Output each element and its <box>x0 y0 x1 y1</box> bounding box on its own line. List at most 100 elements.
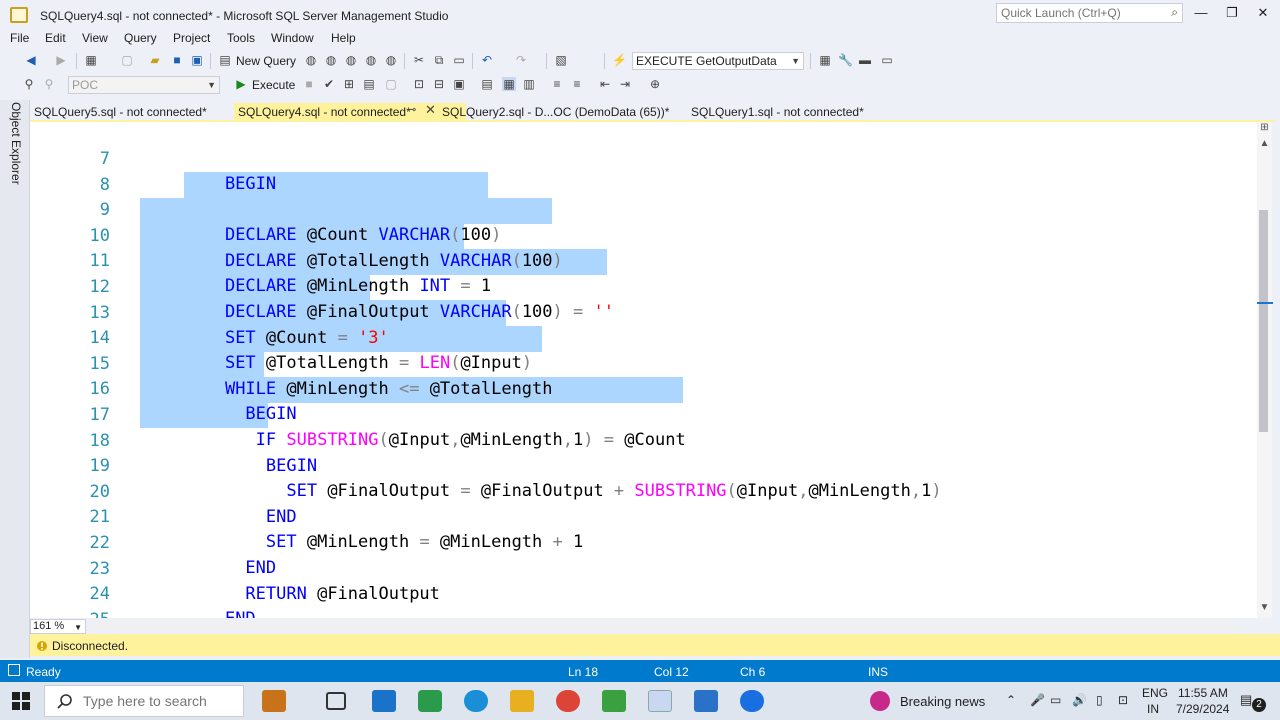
file-explorer-icon[interactable] <box>510 690 534 712</box>
menu-tools[interactable]: Tools <box>227 31 255 45</box>
battery-icon[interactable]: ▯ <box>1096 693 1103 707</box>
comment-icon[interactable]: ≡ <box>550 77 564 91</box>
new-project-icon[interactable]: ▦ <box>84 53 98 67</box>
scroll-down-icon[interactable]: ▼ <box>1257 602 1272 613</box>
dax-query-icon[interactable]: ◍ <box>384 53 398 67</box>
news-icon[interactable] <box>870 691 890 711</box>
snipping-tool-icon[interactable] <box>694 690 718 712</box>
results-file-icon[interactable]: ▥ <box>522 77 536 91</box>
menu-project[interactable]: Project <box>173 31 210 45</box>
volume-icon[interactable]: 🔊 <box>1072 693 1087 707</box>
window-layout-icon[interactable]: ▭ <box>880 53 894 67</box>
results-grid-icon[interactable]: ▦ <box>502 77 516 91</box>
back-icon[interactable]: ◀ <box>24 53 38 67</box>
intellisense-icon[interactable]: ⊡ <box>412 77 426 91</box>
scrollbar-thumb[interactable] <box>1259 210 1268 432</box>
execute-button[interactable]: Execute <box>252 78 295 92</box>
menu-edit[interactable]: Edit <box>45 31 66 45</box>
briefcase-app-icon[interactable] <box>262 690 286 712</box>
chevron-up-icon[interactable]: ⌃ <box>1006 693 1016 707</box>
network-icon[interactable]: ▭ <box>1050 693 1061 707</box>
parse-check-icon[interactable]: ✔ <box>322 77 336 91</box>
taskbar-search[interactable] <box>44 685 244 717</box>
minimize-button[interactable]: — <box>1191 5 1211 23</box>
maximize-button[interactable]: ❐ <box>1222 5 1242 23</box>
menu-view[interactable]: View <box>82 31 108 45</box>
new-query-icon[interactable]: ▤ <box>218 53 232 67</box>
task-view-icon[interactable] <box>326 692 346 710</box>
cut-icon[interactable]: ✂ <box>412 53 426 67</box>
execute-play-icon[interactable]: ▶ <box>234 77 248 91</box>
edge-browser-icon[interactable] <box>464 690 488 712</box>
estimated-plan-icon[interactable]: ▤ <box>362 77 376 91</box>
clock-date[interactable]: 7/29/2024 <box>1176 702 1229 716</box>
object-explorer-tab[interactable]: Object Explorer <box>9 102 23 185</box>
menu-help[interactable]: Help <box>331 31 356 45</box>
specify-values-icon[interactable]: ⊕ <box>648 77 662 91</box>
toolbox-icon[interactable]: ▬ <box>858 53 872 67</box>
clock-time[interactable]: 11:55 AM <box>1178 686 1228 700</box>
properties-icon[interactable]: ▦ <box>818 53 832 67</box>
sql-editor[interactable]: 7 BEGIN 8 9 DECLARE @Count VARCHAR(100) … <box>30 122 1257 618</box>
disconnect-icon[interactable]: ⚲ <box>42 77 56 91</box>
new-query-button[interactable]: New Query <box>236 54 296 68</box>
windows-start-icon[interactable] <box>12 692 30 710</box>
new-file-icon[interactable]: ▢ <box>120 53 134 67</box>
uncomment-icon[interactable]: ≡ <box>570 77 584 91</box>
open-file-icon[interactable]: ▰ <box>148 53 162 67</box>
taskbar-search-input[interactable] <box>83 693 233 709</box>
ssms-app-icon <box>10 7 28 23</box>
visual-studio-code-icon[interactable] <box>418 690 442 712</box>
microphone-icon[interactable]: 🎤 <box>1030 693 1045 707</box>
forward-icon[interactable]: ▶ <box>54 53 68 67</box>
query-options-icon[interactable]: ▢ <box>384 77 398 91</box>
db-engine-query-icon[interactable]: ◍ <box>304 53 318 67</box>
stored-procedure-icon[interactable]: ⚡ <box>612 53 627 67</box>
zoom-dropdown[interactable]: 161 % ▼ <box>30 619 86 634</box>
ssms-taskbar-icon[interactable] <box>648 690 672 712</box>
menu-query[interactable]: Query <box>124 31 157 45</box>
notepad-plus-icon[interactable] <box>602 690 626 712</box>
close-button[interactable]: ✕ <box>1253 5 1273 23</box>
redo-icon[interactable]: ↷ <box>514 53 528 67</box>
pin-icon[interactable]: ⊸ <box>407 103 416 116</box>
save-all-icon[interactable]: ▣ <box>190 53 204 67</box>
execute-sp-dropdown[interactable]: EXECUTE GetOutputData ▼ <box>632 52 804 70</box>
dmx-query-icon[interactable]: ◍ <box>344 53 358 67</box>
mail-app-icon[interactable] <box>372 690 396 712</box>
search-icon[interactable]: ⌕ <box>1171 5 1178 20</box>
split-view-icon[interactable]: ⊞ <box>1257 122 1272 133</box>
database-dropdown[interactable]: POC ▼ <box>68 76 220 94</box>
menu-file[interactable]: File <box>10 31 29 45</box>
quick-launch[interactable]: ⌕ <box>996 3 1183 23</box>
close-tab-icon[interactable]: ✕ <box>425 102 436 118</box>
undo-icon[interactable]: ↶ <box>480 53 494 67</box>
notification-icon[interactable]: ▤ <box>1240 692 1252 708</box>
activity-monitor-icon[interactable]: ▧ <box>554 53 568 67</box>
xmla-query-icon[interactable]: ◍ <box>364 53 378 67</box>
zoom-app-icon[interactable] <box>740 690 764 712</box>
editor-horizontal-scrollbar[interactable] <box>92 622 1242 630</box>
menu-window[interactable]: Window <box>271 31 314 45</box>
chrome-browser-icon[interactable] <box>556 690 580 712</box>
copy-icon[interactable]: ⧉ <box>432 53 446 67</box>
client-statistics-icon[interactable]: ▣ <box>452 77 466 91</box>
scroll-up-icon[interactable]: ▲ <box>1257 138 1272 149</box>
results-text-icon[interactable]: ▤ <box>480 77 494 91</box>
news-widget[interactable]: Breaking news <box>900 694 985 709</box>
paste-icon[interactable]: ▭ <box>452 53 466 67</box>
stop-icon[interactable]: ■ <box>302 77 316 91</box>
mdx-query-icon[interactable]: ◍ <box>324 53 338 67</box>
wrench-icon[interactable]: 🔧 <box>838 53 853 67</box>
connect-icon[interactable]: ⚲ <box>22 77 36 91</box>
decrease-indent-icon[interactable]: ⇤ <box>598 77 612 91</box>
save-icon[interactable]: ■ <box>170 53 184 67</box>
quick-launch-input[interactable] <box>997 4 1157 22</box>
increase-indent-icon[interactable]: ⇥ <box>618 77 632 91</box>
actual-plan-icon[interactable]: ⊟ <box>432 77 446 91</box>
language-code[interactable]: ENG <box>1142 686 1168 700</box>
display-icon[interactable]: ⊡ <box>1118 693 1128 707</box>
region-code[interactable]: IN <box>1147 702 1159 716</box>
code-line: 21 SET @MinLength = @MinLength + 1 <box>30 480 1257 552</box>
debug-icon[interactable]: ⊞ <box>342 77 356 91</box>
